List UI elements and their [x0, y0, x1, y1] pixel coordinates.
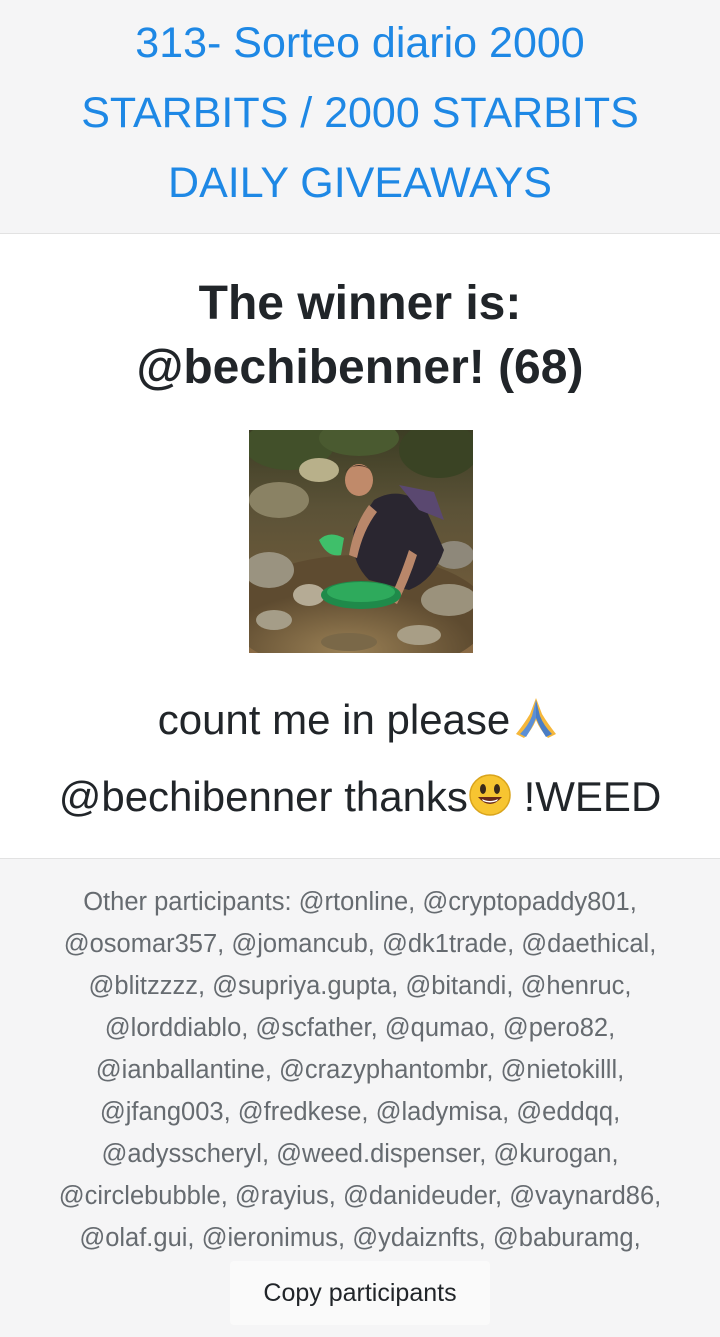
comment-text-1: count me in please: [157, 696, 511, 743]
participants-section: Other participants: @rtonline, @cryptopa…: [0, 858, 720, 1337]
participants-list: Other participants: @rtonline, @cryptopa…: [58, 888, 662, 1252]
winner-name: @bechibenner! (68): [136, 341, 584, 394]
comment-text-2: @bechibenner thanks: [58, 773, 468, 820]
comment-text-3: !WEED: [511, 773, 662, 820]
copy-participants-button[interactable]: Copy participants: [230, 1261, 490, 1325]
smiley-icon: [468, 767, 512, 838]
folded-hands-icon: [510, 690, 562, 761]
winner-label: The winner is:: [198, 277, 522, 330]
winner-photo: [249, 430, 473, 653]
winner-announcement: The winner is: @bechibenner! (68): [0, 272, 720, 400]
comment-line-1: count me in please: [0, 684, 720, 761]
giveaway-title-link[interactable]: 313- Sorteo diario 2000 STARBITS / 2000 …: [40, 8, 680, 218]
comment-line-2: @bechibenner thanks !WEED: [0, 761, 720, 838]
winner-comment: count me in please @bechibenner thanks !…: [0, 684, 720, 838]
header: 313- Sorteo diario 2000 STARBITS / 2000 …: [0, 0, 720, 234]
winner-photo-image: [249, 430, 473, 653]
